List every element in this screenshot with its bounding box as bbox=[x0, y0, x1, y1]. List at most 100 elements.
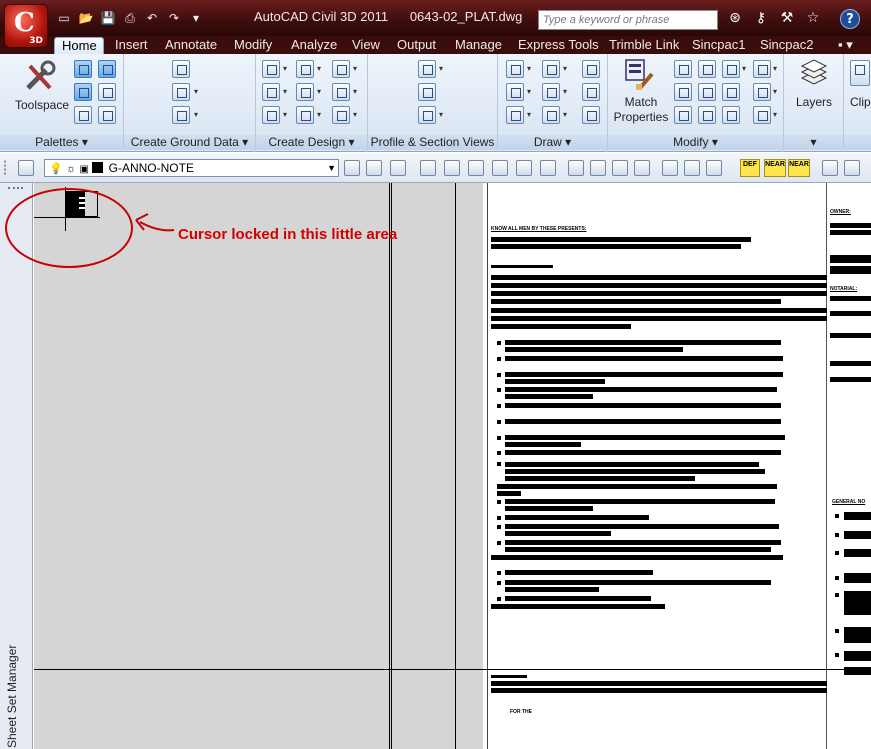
surfaces-icon[interactable] bbox=[172, 83, 190, 101]
unlock-layer-icon[interactable] bbox=[684, 160, 700, 176]
parcel-icon[interactable] bbox=[262, 60, 280, 78]
toolbox-icon[interactable] bbox=[98, 83, 116, 101]
settings-icon[interactable] bbox=[98, 60, 116, 78]
chevron-down-icon[interactable]: ▾ bbox=[439, 106, 447, 124]
layer-walk-icon[interactable] bbox=[516, 160, 532, 176]
mirror-icon[interactable] bbox=[722, 83, 740, 101]
chevron-down-icon[interactable]: ▾ bbox=[773, 60, 781, 78]
sheet-set-manager-palette[interactable]: Sheet Set Manager bbox=[0, 183, 33, 749]
chevron-down-icon[interactable]: ▾ bbox=[742, 60, 750, 78]
chevron-down-icon[interactable]: ▾ bbox=[773, 106, 781, 124]
layer-previous-icon[interactable] bbox=[366, 160, 382, 176]
profile-section-views-label[interactable]: Profile & Section Views bbox=[368, 135, 497, 150]
print-icon[interactable]: ⎙ bbox=[121, 10, 139, 26]
profile-view-icon[interactable] bbox=[418, 60, 436, 78]
tab-view[interactable]: View bbox=[352, 37, 380, 54]
binoculars-icon[interactable]: ⊛ bbox=[724, 8, 746, 28]
save-icon[interactable]: 💾 bbox=[99, 10, 117, 26]
star-icon[interactable]: ☆ bbox=[802, 8, 824, 28]
tool-palettes-icon[interactable] bbox=[98, 106, 116, 124]
chevron-down-icon[interactable]: ▼ bbox=[327, 160, 336, 176]
ribbon-minimize-button[interactable]: ▪ ▾ bbox=[838, 37, 853, 54]
layer-states-icon[interactable] bbox=[753, 60, 771, 78]
search-input[interactable]: Type a keyword or phrase bbox=[538, 10, 718, 30]
create-design-label[interactable]: Create Design ▾ bbox=[256, 135, 367, 150]
layer-properties-icon[interactable] bbox=[18, 160, 34, 176]
help-button[interactable]: ? bbox=[840, 9, 860, 29]
chevron-down-icon[interactable]: ▾ bbox=[527, 83, 535, 101]
scale-icon[interactable] bbox=[698, 106, 716, 124]
move-icon[interactable] bbox=[674, 60, 692, 78]
undo-icon[interactable]: ↶ bbox=[143, 10, 161, 26]
layers-panel-menu[interactable]: ▾ bbox=[784, 135, 843, 150]
layer-freeze-icon[interactable] bbox=[468, 160, 484, 176]
properties-palette-icon[interactable] bbox=[74, 106, 92, 124]
feature-line-icon[interactable] bbox=[296, 60, 314, 78]
alignment-icon[interactable] bbox=[262, 83, 280, 101]
chevron-down-icon[interactable]: ▾ bbox=[317, 83, 325, 101]
layer-match-icon[interactable] bbox=[540, 160, 556, 176]
all-icon[interactable] bbox=[634, 160, 650, 176]
chevron-down-icon[interactable]: ▾ bbox=[353, 60, 361, 78]
traverse-icon[interactable] bbox=[172, 106, 190, 124]
chevron-down-icon[interactable]: ▾ bbox=[194, 106, 202, 124]
tools-icon[interactable]: ⚒ bbox=[776, 8, 798, 28]
tab-trimble-link[interactable]: Trimble Link bbox=[609, 37, 679, 54]
sample-lines-icon[interactable] bbox=[418, 83, 436, 101]
fillet-icon[interactable] bbox=[753, 106, 771, 124]
polyline-icon[interactable] bbox=[542, 60, 560, 78]
copy-icon[interactable] bbox=[674, 83, 692, 101]
tab-sincpac2[interactable]: Sincpac2 bbox=[760, 37, 813, 54]
linetype-icon[interactable] bbox=[753, 83, 771, 101]
corridor-icon[interactable] bbox=[296, 106, 314, 124]
pentagon-icon[interactable] bbox=[822, 160, 838, 176]
lock-icon[interactable]: ▣ bbox=[79, 164, 88, 175]
lock-layer-icon[interactable] bbox=[662, 160, 678, 176]
profile-icon[interactable] bbox=[262, 106, 280, 124]
section-view-icon[interactable] bbox=[418, 106, 436, 124]
pipe-network-icon[interactable] bbox=[332, 106, 350, 124]
chevron-down-icon[interactable]: ▾ bbox=[527, 60, 535, 78]
stretch-icon[interactable] bbox=[698, 83, 716, 101]
sun-icon[interactable]: ☼ bbox=[66, 163, 76, 175]
hatch-icon[interactable] bbox=[582, 106, 600, 124]
near-button-2[interactable]: NEAR bbox=[788, 159, 810, 177]
draw-label[interactable]: Draw ▾ bbox=[498, 135, 607, 150]
rectangle-icon[interactable] bbox=[582, 83, 600, 101]
tab-express-tools[interactable]: Express Tools bbox=[518, 37, 599, 54]
drawing-canvas[interactable]: KNOW ALL MEN BY THESE PRESENTS: OWNER: N… bbox=[34, 183, 871, 749]
tab-annotate[interactable]: Annotate bbox=[165, 37, 217, 54]
layer-unisolate-icon[interactable] bbox=[444, 160, 460, 176]
prospector-icon[interactable] bbox=[74, 60, 92, 78]
line-icon[interactable] bbox=[506, 60, 524, 78]
rotate-arc-icon[interactable] bbox=[582, 60, 600, 78]
chevron-down-icon[interactable]: ▾ bbox=[353, 106, 361, 124]
survey-icon[interactable] bbox=[74, 83, 92, 101]
thaw-icon[interactable] bbox=[590, 160, 606, 176]
intersection-icon[interactable] bbox=[332, 60, 350, 78]
chevron-down-icon[interactable]: ▾ bbox=[563, 83, 571, 101]
grading-icon[interactable] bbox=[296, 83, 314, 101]
layers-button[interactable]: Layers bbox=[784, 58, 844, 118]
chevron-down-icon[interactable]: ▾ bbox=[194, 83, 202, 101]
chevron-down-icon[interactable]: ▾ bbox=[283, 60, 291, 78]
on-icon[interactable] bbox=[612, 160, 628, 176]
assembly-icon[interactable] bbox=[332, 83, 350, 101]
dropdown-icon[interactable]: ▾ bbox=[187, 10, 205, 26]
chevron-down-icon[interactable]: ▾ bbox=[283, 83, 291, 101]
points-icon[interactable] bbox=[172, 60, 190, 78]
rectangle-icon[interactable] bbox=[844, 160, 860, 176]
chevron-down-icon[interactable]: ▾ bbox=[563, 60, 571, 78]
layer-dropdown[interactable]: 💡 ☼ ▣ G-ANNO-NOTE ▼ bbox=[44, 159, 339, 177]
clipboard-icon[interactable] bbox=[850, 60, 870, 86]
application-menu-button[interactable]: C 3D bbox=[4, 4, 48, 48]
trim-icon[interactable] bbox=[722, 60, 740, 78]
match-properties-button[interactable]: Match Properties bbox=[610, 58, 672, 128]
layer-off-icon[interactable] bbox=[492, 160, 508, 176]
key-icon[interactable]: ⚷ bbox=[750, 8, 772, 28]
chevron-down-icon[interactable]: ▾ bbox=[353, 83, 361, 101]
tab-modify[interactable]: Modify bbox=[234, 37, 272, 54]
palette-grip[interactable] bbox=[8, 187, 23, 193]
chevron-down-icon[interactable]: ▾ bbox=[317, 60, 325, 78]
chevron-down-icon[interactable]: ▾ bbox=[563, 106, 571, 124]
